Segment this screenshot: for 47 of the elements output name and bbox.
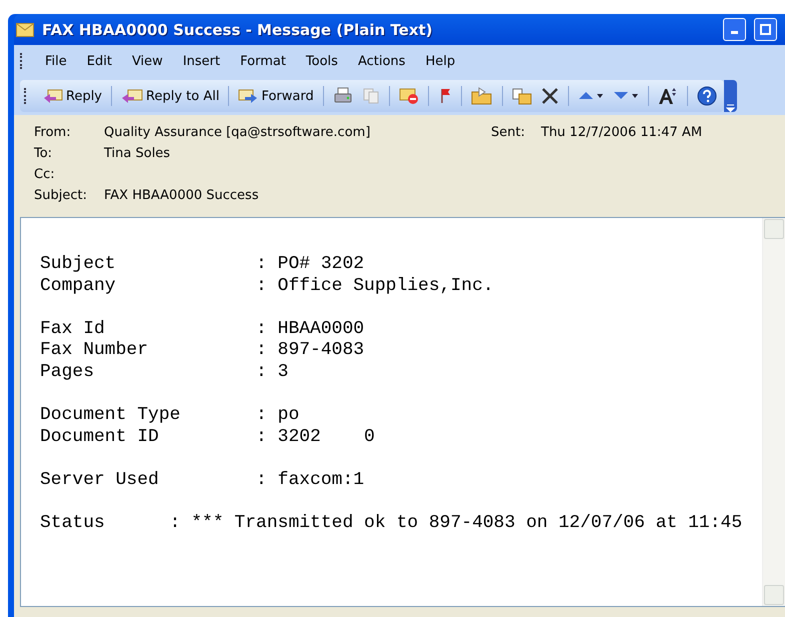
envelope-arrow-icon	[43, 88, 63, 104]
window-title: FAX HBAA0000 Success - Message (Plain Text)	[42, 20, 434, 38]
envelope-block-icon	[398, 87, 419, 105]
body-line: Status : *** Transmitted ok to 897-4083 on 12/07/06 at 11:45	[40, 513, 744, 535]
font-size-icon	[658, 87, 678, 105]
menu-item[interactable]: Tools	[298, 52, 346, 70]
envelope-arrow-icon	[238, 88, 258, 104]
body-line: Fax Number : 897-4083	[40, 340, 366, 362]
body-line: Subject : PO# 3202	[40, 254, 366, 276]
maximize-icon	[760, 24, 771, 35]
toolbar-button[interactable]: Reply to All	[118, 86, 222, 106]
toolbar-overflow-button[interactable]	[724, 80, 737, 112]
delete-icon	[540, 87, 559, 105]
maximize-button[interactable]	[754, 18, 777, 41]
envelopes-arrow-icon	[121, 88, 144, 104]
chevron-icon	[726, 104, 735, 112]
body-line: Document ID : 3202 0	[40, 426, 376, 448]
field-label: Subject:	[34, 188, 88, 203]
folder-icon	[470, 87, 493, 105]
menu-item[interactable]: View	[124, 52, 171, 70]
sender: Quality Assurance [qa@strsoftware.com]	[104, 125, 372, 140]
print-icon	[332, 87, 353, 105]
sent-date: Thu 12/7/2006 11:47 AM	[541, 125, 704, 140]
field-label: To:	[34, 146, 54, 161]
body-line: Pages : 3	[40, 362, 290, 384]
copy-icon	[362, 87, 380, 105]
menu-item[interactable]: Insert	[174, 52, 228, 70]
move-to-folder-icon	[512, 87, 532, 105]
subject: FAX HBAA0000 Success	[104, 188, 260, 203]
menu-item[interactable]: Edit	[78, 52, 120, 70]
field-label: Cc:	[34, 167, 56, 182]
help-icon	[696, 86, 717, 106]
body-line: Document Type : po	[40, 405, 300, 427]
body-line: Fax Id : HBAA0000	[40, 318, 366, 340]
toolbar-button[interactable]: Reply	[40, 86, 106, 106]
minimize-button[interactable]	[723, 18, 746, 41]
field-label: From:	[34, 125, 72, 140]
menu-item[interactable]: Help	[417, 52, 464, 70]
menu-item[interactable]: File	[37, 52, 75, 70]
envelope-icon	[16, 22, 34, 36]
body-line: Company : Office Supplies,Inc.	[40, 276, 495, 298]
menu-item[interactable]: Format	[232, 52, 294, 70]
menu-item[interactable]: Actions	[350, 52, 414, 70]
recipient: Tina Soles	[104, 146, 172, 161]
field-label: Sent:	[491, 125, 526, 140]
body-line: Server Used : faxcom:1	[40, 470, 366, 492]
toolbar-button[interactable]: Forward	[235, 86, 317, 106]
